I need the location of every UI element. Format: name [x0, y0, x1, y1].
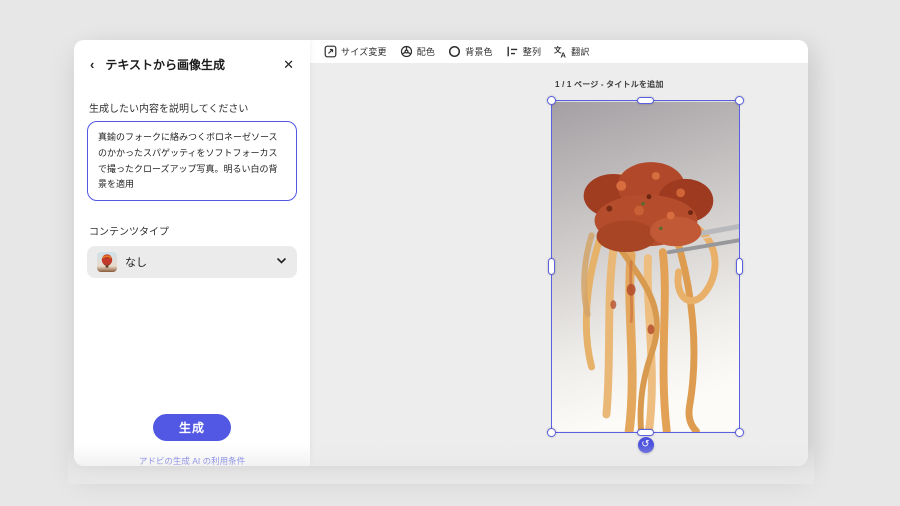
resize-icon	[324, 45, 337, 58]
color-scheme-label: 配色	[416, 47, 436, 57]
resize-label: サイズ変更	[341, 47, 387, 57]
rotate-icon: ↺	[641, 439, 650, 450]
svg-text:A: A	[561, 51, 567, 59]
background-color-button[interactable]: 背景色	[448, 45, 493, 58]
generated-spaghetti-image	[552, 101, 739, 432]
back-chevron-icon[interactable]: ‹	[90, 58, 94, 71]
selection-handle-bottom-left[interactable]	[547, 428, 556, 437]
color-wheel-icon	[400, 45, 413, 58]
color-scheme-button[interactable]: 配色	[400, 45, 435, 58]
prompt-label: 生成したい内容を説明してください	[89, 104, 249, 115]
selection-handle-top[interactable]	[637, 97, 654, 104]
content-type-thumbnail-icon	[97, 252, 117, 272]
selection-handle-bottom-right[interactable]	[735, 428, 744, 437]
generate-button[interactable]: 生成	[153, 414, 231, 441]
panel-header: ‹ テキストから画像生成 ✕	[74, 40, 310, 73]
rotate-handle[interactable]: ↺	[637, 437, 654, 453]
selection-handle-bottom[interactable]	[637, 429, 654, 436]
resize-button[interactable]: サイズ変更	[324, 45, 387, 58]
selection-handle-top-left[interactable]	[547, 96, 556, 105]
chevron-down-icon	[276, 253, 287, 271]
translate-icon: 文 A	[554, 45, 567, 58]
prompt-input[interactable]: 真鍮のフォークに絡みつくボロネーゼソースのかかったスパゲッティをソフトフォーカス…	[87, 121, 297, 201]
align-icon	[506, 45, 519, 58]
background-color-icon	[448, 45, 461, 58]
selected-image-frame[interactable]: ↺	[547, 96, 744, 453]
translate-button[interactable]: 文 A 翻訳	[554, 45, 589, 58]
selection-handle-top-right[interactable]	[735, 96, 744, 105]
selection-handle-left[interactable]	[548, 258, 555, 275]
content-type-value: なし	[125, 257, 147, 269]
canvas-area: 1 / 1 ページ - タイトルを追加 ↺	[310, 63, 808, 466]
ai-terms-link[interactable]: アドビの生成 AI の利用条件	[74, 455, 310, 466]
close-icon[interactable]: ✕	[283, 58, 294, 71]
translate-label: 翻訳	[571, 47, 590, 57]
top-toolbar: サイズ変更 配色 背景色 整列 文 A 翻訳	[310, 40, 808, 63]
app-window: サイズ変更 配色 背景色 整列 文 A 翻訳 1 / 1 ページ - タイトルを…	[74, 40, 808, 466]
selection-handle-right[interactable]	[736, 258, 743, 275]
content-type-label: コンテンツタイプ	[89, 227, 169, 238]
align-button[interactable]: 整列	[506, 45, 541, 58]
align-label: 整列	[522, 47, 542, 57]
content-type-dropdown[interactable]: なし	[87, 246, 297, 278]
panel-title: テキストから画像生成	[105, 58, 225, 72]
page-indicator[interactable]: 1 / 1 ページ - タイトルを追加	[555, 79, 664, 90]
text-to-image-panel: ‹ テキストから画像生成 ✕ 生成したい内容を説明してください 真鍮のフォークに…	[74, 40, 310, 466]
background-color-label: 背景色	[465, 47, 493, 57]
